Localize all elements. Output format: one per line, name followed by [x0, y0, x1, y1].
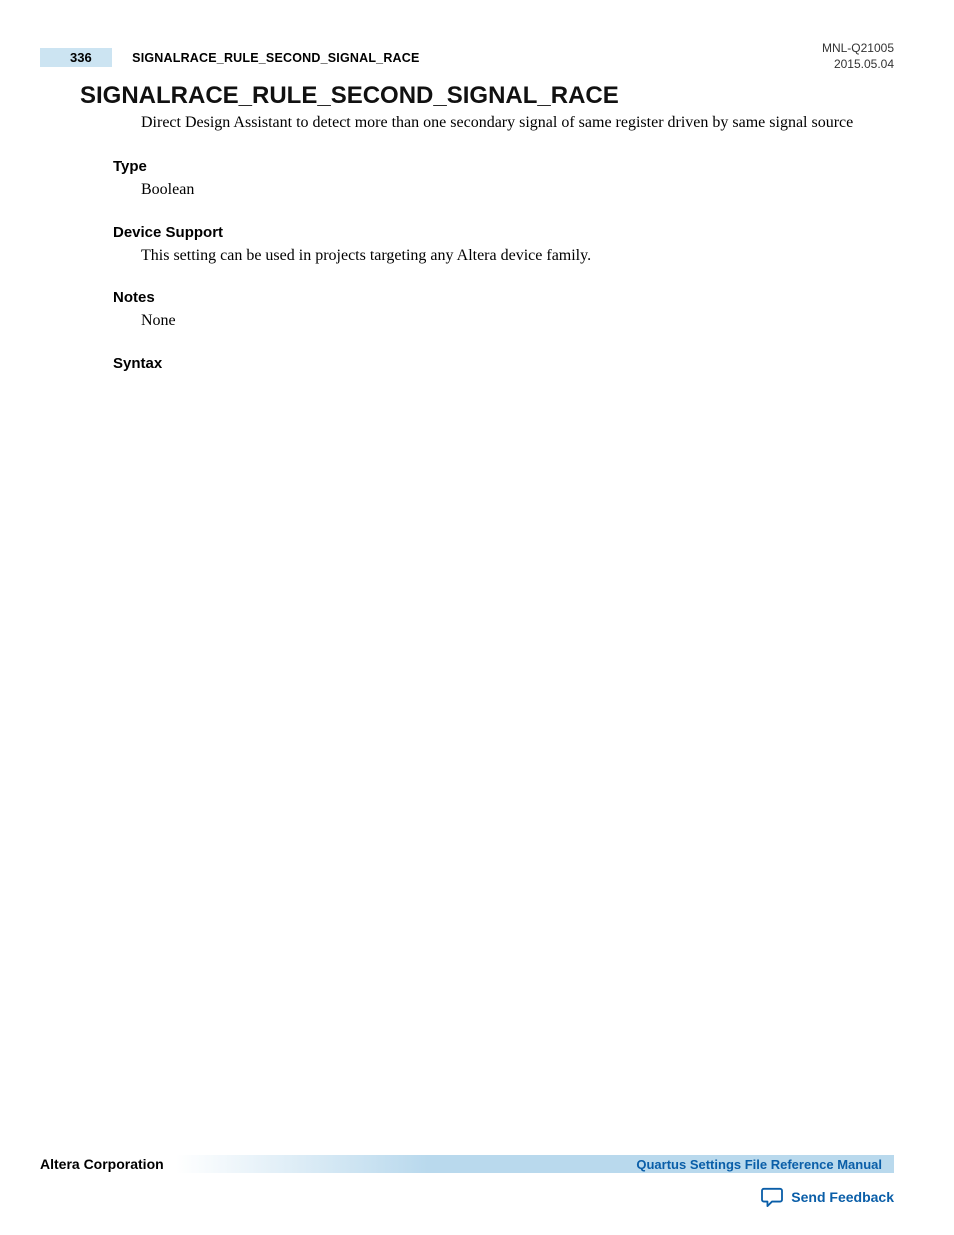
- footer-company: Altera Corporation: [40, 1156, 176, 1172]
- section-notes-label: Notes: [113, 289, 884, 306]
- running-header-title: SIGNALRACE_RULE_SECOND_SIGNAL_RACE: [132, 51, 419, 65]
- document-date: 2015.05.04: [822, 56, 894, 72]
- section-type-label: Type: [113, 158, 884, 175]
- page-number: 336: [40, 48, 112, 67]
- page-container: 336 SIGNALRACE_RULE_SECOND_SIGNAL_RACE M…: [0, 0, 954, 1235]
- page-header: 336 SIGNALRACE_RULE_SECOND_SIGNAL_RACE M…: [40, 48, 894, 72]
- manual-link[interactable]: Quartus Settings File Reference Manual: [636, 1157, 882, 1172]
- section-type-body: Boolean: [141, 179, 884, 201]
- page-title: SIGNALRACE_RULE_SECOND_SIGNAL_RACE: [80, 82, 619, 110]
- send-feedback-label: Send Feedback: [791, 1189, 894, 1205]
- description-text: Direct Design Assistant to detect more t…: [141, 112, 884, 134]
- speech-bubble-icon: [761, 1187, 783, 1207]
- footer-bar: Altera Corporation Quartus Settings File…: [40, 1155, 894, 1173]
- section-device-support-label: Device Support: [113, 224, 884, 241]
- footer-gradient-bar: Quartus Settings File Reference Manual: [176, 1155, 894, 1173]
- section-notes-body: None: [141, 310, 884, 332]
- send-feedback-link[interactable]: Send Feedback: [761, 1187, 894, 1207]
- content-area: Direct Design Assistant to detect more t…: [113, 112, 884, 376]
- header-meta: MNL-Q21005 2015.05.04: [822, 40, 894, 72]
- page-footer: Altera Corporation Quartus Settings File…: [40, 1155, 894, 1173]
- section-syntax-label: Syntax: [113, 355, 884, 372]
- section-device-support-body: This setting can be used in projects tar…: [141, 245, 884, 267]
- document-id: MNL-Q21005: [822, 40, 894, 56]
